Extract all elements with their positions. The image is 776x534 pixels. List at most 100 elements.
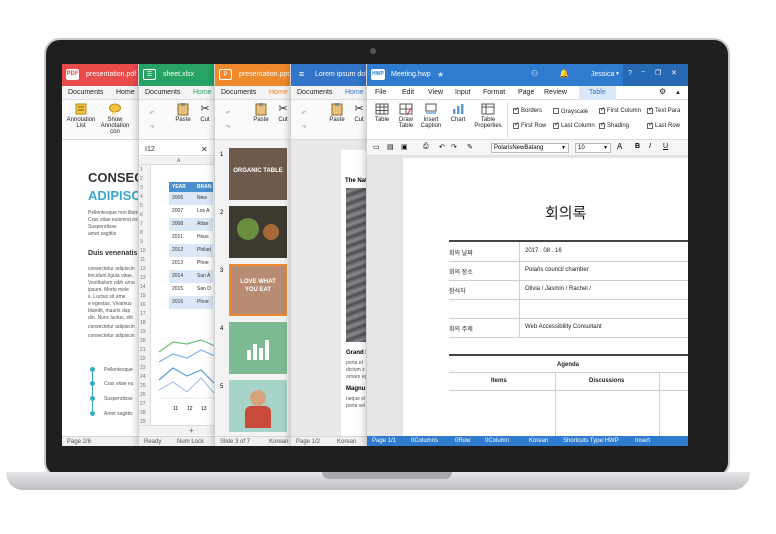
undo-icon[interactable]: ↶: [145, 110, 159, 117]
hwp-menu-input[interactable]: Input: [455, 89, 471, 96]
slides-menu-documents[interactable]: Documents: [221, 89, 256, 96]
checkbox-first-column[interactable]: First Column: [599, 108, 641, 114]
sheet-paste-button[interactable]: Paste: [173, 102, 193, 123]
brand-cell[interactable]: Hous: [197, 234, 209, 240]
row-number[interactable]: 11: [140, 257, 145, 263]
word-cut-button[interactable]: ✂ Cut: [351, 102, 367, 123]
bold-button[interactable]: B: [635, 143, 640, 150]
slide-thumbnail[interactable]: [229, 206, 287, 258]
checkbox-last-row[interactable]: Last Row: [647, 123, 680, 129]
row-number[interactable]: 23: [140, 365, 146, 371]
checkbox-text-para[interactable]: Text Para: [647, 108, 680, 114]
table-row[interactable]: 2008 Atlan: [169, 218, 213, 231]
slide-thumbnail-selected[interactable]: LOVE WHAT YOU EAT: [229, 264, 287, 316]
row-number[interactable]: 19: [140, 329, 146, 335]
hwp-menu-format[interactable]: Format: [483, 89, 505, 96]
annotation-list-button[interactable]: Annotation List: [66, 102, 96, 129]
row-number[interactable]: 27: [140, 401, 146, 407]
row-number[interactable]: 17: [140, 311, 146, 317]
brand-cell[interactable]: Phoe: [197, 299, 209, 305]
row-number[interactable]: 2: [140, 176, 143, 182]
hwp-menu-page[interactable]: Page: [518, 89, 534, 96]
table-row[interactable]: 2006 New: [169, 192, 213, 205]
undo-icon[interactable]: ↶: [221, 110, 235, 117]
row-number[interactable]: 10: [140, 248, 146, 254]
year-cell[interactable]: 2008: [172, 221, 183, 227]
hwp-titlebar[interactable]: HWP Meeting.hwp ★ ⚇ 🔔 Jessica ▼ ? − ❐ ✕: [367, 64, 688, 86]
pdf-menu-documents[interactable]: Documents: [68, 89, 103, 96]
row-number[interactable]: 26: [140, 392, 146, 398]
brand-cell[interactable]: Atlan: [197, 221, 208, 227]
restore-icon[interactable]: ❐: [655, 69, 661, 77]
table-row[interactable]: 2012 Philad: [169, 244, 213, 257]
hwp-menu-edit[interactable]: Edit: [402, 89, 414, 96]
user-name[interactable]: Jessica: [591, 71, 614, 78]
table-row[interactable]: 2016 Phoe: [169, 296, 213, 309]
minimize-icon[interactable]: −: [641, 69, 645, 76]
pdf-menu-home[interactable]: Home: [116, 89, 135, 96]
undo-icon[interactable]: ↶: [297, 110, 311, 117]
checkbox-grayscale[interactable]: Grayscale: [553, 108, 588, 115]
sheet-cut-button[interactable]: ✂ Cut: [197, 102, 213, 123]
row-number[interactable]: 13: [140, 275, 146, 281]
row-number[interactable]: 24: [140, 374, 146, 380]
checkbox-first-row[interactable]: First Row: [513, 123, 546, 129]
italic-button[interactable]: I: [649, 143, 651, 150]
collapse-ribbon-icon[interactable]: ▲: [675, 90, 681, 96]
checkbox-last-column[interactable]: Last Column: [553, 123, 595, 129]
redo-icon[interactable]: ↷: [145, 124, 159, 131]
row-number[interactable]: 5: [140, 203, 143, 209]
draw-table-button[interactable]: Draw Table: [395, 102, 417, 129]
year-cell[interactable]: 2007: [172, 208, 183, 214]
brand-cell[interactable]: Los A: [197, 208, 210, 214]
table-row[interactable]: 2014 San A: [169, 270, 213, 283]
undo-icon[interactable]: ↶: [439, 143, 445, 151]
brand-cell[interactable]: Phoe: [197, 260, 209, 266]
hwp-menu-view[interactable]: View: [428, 89, 443, 96]
star-icon[interactable]: ★: [437, 70, 444, 79]
slides-paste-button[interactable]: Paste: [251, 102, 271, 123]
slides-menu-home[interactable]: Home: [269, 89, 288, 96]
row-number[interactable]: 28: [140, 410, 146, 416]
close-icon[interactable]: ✕: [201, 145, 208, 154]
year-cell[interactable]: 2016: [172, 299, 183, 305]
row-number[interactable]: 22: [140, 356, 146, 362]
word-menu-documents[interactable]: Documents: [297, 89, 332, 96]
word-menu-home[interactable]: Home: [345, 89, 364, 96]
row-number[interactable]: 15: [140, 293, 146, 299]
row-number[interactable]: 9: [140, 239, 143, 245]
row-number[interactable]: 7: [140, 221, 143, 227]
row-number[interactable]: 3: [140, 185, 143, 191]
meeting-field-value[interactable]: Web Accessibility Consultant: [525, 324, 602, 330]
row-number[interactable]: 12: [140, 266, 146, 272]
year-cell[interactable]: 2013: [172, 260, 183, 266]
redo-icon[interactable]: ↷: [451, 143, 457, 151]
table-row[interactable]: 2011 Hous: [169, 231, 213, 244]
row-number[interactable]: 8: [140, 230, 143, 236]
font-grow-icon[interactable]: A: [617, 142, 622, 151]
insert-table-button[interactable]: Table: [371, 102, 393, 123]
save-icon[interactable]: ▣: [401, 143, 408, 151]
meeting-field-value[interactable]: Polaris council chamber: [525, 267, 589, 273]
row-number[interactable]: 6: [140, 212, 143, 218]
redo-icon[interactable]: ↷: [297, 124, 311, 131]
brand-cell[interactable]: New: [197, 195, 207, 201]
checkbox-shading[interactable]: Shading: [599, 123, 629, 129]
format-painter-icon[interactable]: ✎: [467, 143, 473, 151]
chevron-down-icon[interactable]: ▼: [615, 71, 620, 77]
underline-button[interactable]: U: [663, 143, 668, 150]
year-cell[interactable]: 2015: [172, 286, 183, 292]
row-number[interactable]: 4: [140, 194, 143, 200]
slide-thumbnail[interactable]: ORGANIC TABLE: [229, 148, 287, 200]
table-row[interactable]: 2007 Los A: [169, 205, 213, 218]
hwp-menu-table[interactable]: Table: [579, 86, 616, 100]
meeting-field-value[interactable]: 2017 . 08 . 16: [525, 248, 562, 254]
year-cell[interactable]: 2011: [172, 234, 183, 240]
brand-cell[interactable]: San D: [197, 286, 211, 292]
row-number[interactable]: 18: [140, 320, 146, 326]
meeting-field-value[interactable]: Olivia / Jasmin / Rachel /: [525, 286, 591, 292]
brand-cell[interactable]: San A: [197, 273, 210, 279]
slides-cut-button[interactable]: ✂ Cut: [275, 102, 291, 123]
table-row[interactable]: 2015 San D: [169, 283, 213, 296]
row-number[interactable]: 14: [140, 284, 146, 290]
